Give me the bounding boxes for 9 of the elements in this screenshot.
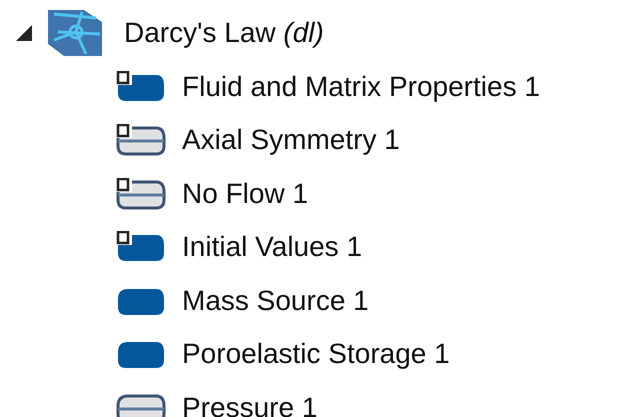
- tree-node-label[interactable]: Poroelastic Storage 1: [182, 337, 450, 372]
- tree-node-label[interactable]: Axial Symmetry 1: [182, 123, 400, 158]
- tree-node-label[interactable]: Pressure 1: [182, 390, 318, 417]
- tree-node-label[interactable]: Initial Values 1: [182, 230, 362, 264]
- cube-icon: [46, 10, 104, 56]
- tree-node-label[interactable]: Fluid and Matrix Properties 1: [182, 70, 540, 104]
- tree-node-label[interactable]: Darcy's Law (dl): [124, 16, 324, 50]
- tree-node-label[interactable]: Mass Source 1: [182, 284, 369, 318]
- tree-node-label[interactable]: No Flow 1: [182, 176, 308, 211]
